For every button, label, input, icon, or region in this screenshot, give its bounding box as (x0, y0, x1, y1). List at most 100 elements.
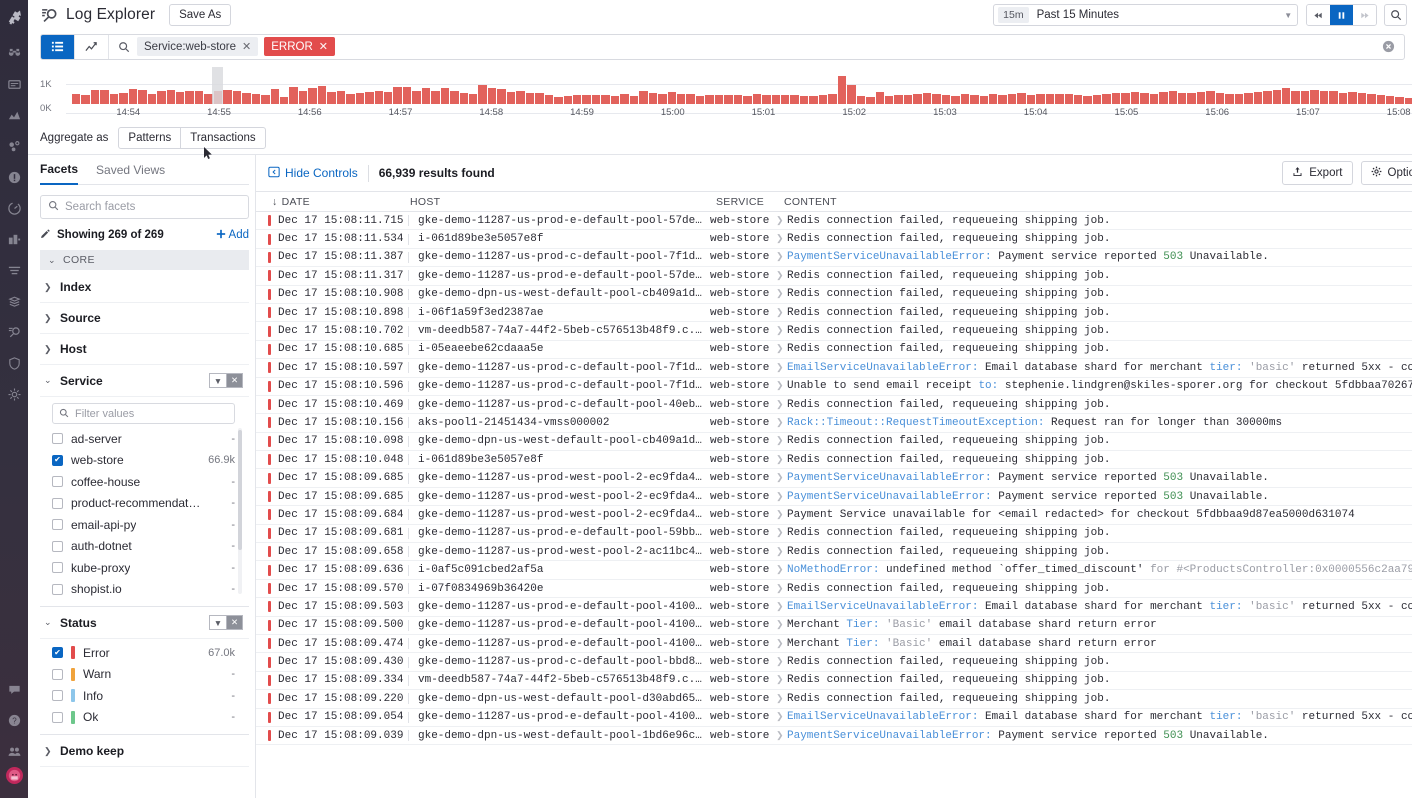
expand-row-icon[interactable]: ❯ (776, 547, 787, 557)
histogram-bar[interactable] (686, 94, 694, 104)
histogram-bar[interactable] (91, 90, 99, 104)
histogram-bar[interactable] (1339, 93, 1347, 104)
tab-facets[interactable]: Facets (40, 155, 78, 185)
histogram-bar[interactable] (857, 96, 865, 104)
facet-index[interactable]: ❯ Index (40, 272, 249, 303)
histogram-bar[interactable] (961, 94, 969, 104)
histogram-bar[interactable] (1074, 95, 1082, 104)
dashboards-icon[interactable] (1, 69, 27, 100)
histogram-bar[interactable] (148, 94, 156, 104)
histogram-bar[interactable] (119, 93, 127, 104)
histogram-bar[interactable] (488, 88, 496, 104)
histogram-bar[interactable] (110, 94, 118, 104)
add-facet-button[interactable]: Add (216, 229, 249, 242)
histogram-bar[interactable] (299, 91, 307, 104)
expand-row-icon[interactable]: ❯ (776, 400, 787, 410)
histogram-bar[interactable] (1254, 92, 1262, 104)
histogram-bar[interactable] (819, 95, 827, 104)
histogram-bar[interactable] (998, 95, 1006, 104)
histogram-bar[interactable] (611, 96, 619, 104)
histogram-bar[interactable] (989, 94, 997, 104)
histogram-bar[interactable] (753, 94, 761, 104)
histogram-bar[interactable] (1131, 92, 1139, 104)
tab-saved-views[interactable]: Saved Views (96, 155, 165, 185)
histogram-bar[interactable] (1329, 91, 1337, 104)
histogram-bar[interactable] (138, 90, 146, 104)
histogram-bar[interactable] (592, 95, 600, 104)
checkbox[interactable] (52, 584, 63, 595)
histogram-bar[interactable] (942, 95, 950, 104)
histogram-bar[interactable] (1159, 92, 1167, 104)
table-row[interactable]: Dec 17 15:08:10.048i-061d89be3e5057e8fwe… (256, 451, 1412, 469)
service-facet-value[interactable]: coffee-house- (52, 471, 249, 493)
histogram-bar[interactable] (384, 92, 392, 104)
histogram-bar[interactable] (913, 94, 921, 104)
histogram-bar[interactable] (790, 95, 798, 104)
histogram-bar[interactable] (412, 91, 420, 105)
histogram-bar[interactable] (1017, 93, 1025, 104)
histogram-bar[interactable] (970, 95, 978, 104)
clear-facet-icon[interactable]: ✕ (226, 615, 243, 630)
table-row[interactable]: Dec 17 15:08:10.597gke-demo-11287-us-pro… (256, 359, 1412, 377)
search-bar[interactable]: Service:web-store ✕ ERROR ✕ (40, 34, 1405, 60)
expand-row-icon[interactable]: ❯ (776, 639, 787, 649)
logs-stack-icon[interactable] (1, 286, 27, 317)
facet-source[interactable]: ❯ Source (40, 303, 249, 334)
close-icon[interactable]: ✕ (242, 40, 251, 53)
table-row[interactable]: Dec 17 15:08:09.220gke-demo-dpn-us-west-… (256, 690, 1412, 708)
histogram-bar[interactable] (724, 95, 732, 104)
expand-row-icon[interactable]: ❯ (776, 584, 787, 594)
service-facet-value[interactable]: ad-server- (52, 428, 249, 450)
hide-controls-button[interactable]: Hide Controls (268, 166, 358, 181)
column-header-host[interactable]: HOST (406, 196, 712, 208)
filter-funnel-icon[interactable]: ▼ (209, 373, 226, 388)
histogram-bar[interactable] (772, 95, 780, 104)
histogram-bar[interactable] (1235, 94, 1243, 104)
watchdog-binoculars-icon[interactable] (1, 38, 27, 69)
expand-row-icon[interactable]: ❯ (776, 381, 787, 391)
histogram-bar[interactable] (545, 95, 553, 104)
histogram-bar[interactable] (828, 94, 836, 104)
checkbox[interactable] (52, 455, 63, 466)
histogram-bar[interactable] (478, 85, 486, 104)
histogram-bar[interactable] (630, 96, 638, 104)
save-as-button[interactable]: Save As (169, 4, 231, 26)
histogram-bar[interactable] (1055, 94, 1063, 104)
histogram-bar[interactable] (460, 93, 468, 104)
histogram-bar[interactable] (176, 92, 184, 104)
export-button[interactable]: Export (1282, 161, 1352, 185)
histogram-bar[interactable] (431, 91, 439, 104)
expand-row-icon[interactable]: ❯ (776, 326, 787, 336)
table-row[interactable]: Dec 17 15:08:10.596gke-demo-11287-us-pro… (256, 378, 1412, 396)
transactions-button[interactable]: Transactions (180, 127, 265, 149)
table-row[interactable]: Dec 17 15:08:10.156aks-pool1-21451434-vm… (256, 414, 1412, 432)
table-row[interactable]: Dec 17 15:08:09.681gke-demo-11287-us-pro… (256, 525, 1412, 543)
chat-support-icon[interactable] (1, 674, 27, 705)
synthetics-gauge-icon[interactable] (1, 193, 27, 224)
column-header-content[interactable]: CONTENT (780, 196, 1412, 208)
histogram-bar[interactable] (1244, 93, 1252, 104)
table-row[interactable]: Dec 17 15:08:09.658gke-demo-11287-us-pro… (256, 543, 1412, 561)
histogram-bar[interactable] (403, 87, 411, 104)
status-facet-value[interactable]: Info- (52, 685, 249, 707)
histogram-bar[interactable] (800, 96, 808, 104)
table-row[interactable]: Dec 17 15:08:09.039gke-demo-dpn-us-west-… (256, 727, 1412, 745)
facet-group-core[interactable]: ⌄ CORE (40, 250, 249, 270)
facet-search-box[interactable] (40, 195, 249, 219)
histogram-bar[interactable] (497, 89, 505, 104)
filter-logs-icon[interactable] (1, 255, 27, 286)
histogram-bar[interactable] (195, 91, 203, 104)
histogram-bar[interactable] (233, 91, 241, 104)
histogram-bar[interactable] (809, 96, 817, 104)
expand-row-icon[interactable]: ❯ (776, 657, 787, 667)
table-row[interactable]: Dec 17 15:08:09.474gke-demo-11287-us-pro… (256, 635, 1412, 653)
options-button[interactable]: Options (1361, 161, 1412, 185)
histogram-bar[interactable] (951, 96, 959, 104)
histogram-bar[interactable] (185, 91, 193, 105)
histogram-bar[interactable] (885, 96, 893, 104)
histogram-bar[interactable] (1036, 94, 1044, 104)
histogram-bar[interactable] (696, 96, 704, 104)
column-header-date[interactable]: ↓ DATE (268, 196, 406, 208)
histogram-bar[interactable] (1150, 94, 1158, 104)
serverless-functions-icon[interactable] (1, 379, 27, 410)
